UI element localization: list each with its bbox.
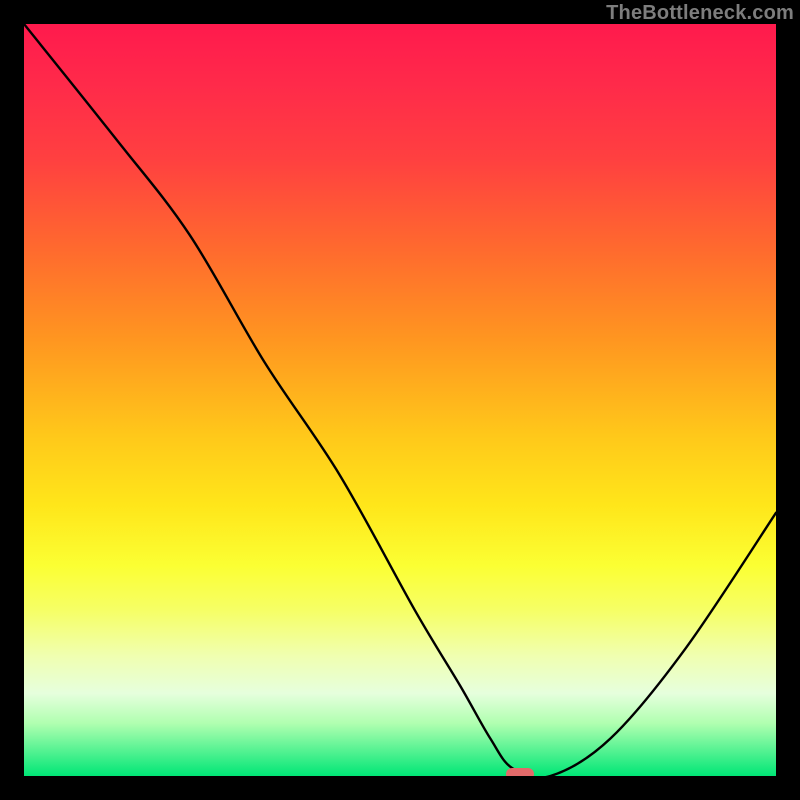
optimal-marker	[506, 768, 534, 776]
bottleneck-curve	[24, 24, 776, 776]
chart-frame: TheBottleneck.com	[0, 0, 800, 800]
plot-area	[24, 24, 776, 776]
watermark-text: TheBottleneck.com	[606, 2, 794, 25]
